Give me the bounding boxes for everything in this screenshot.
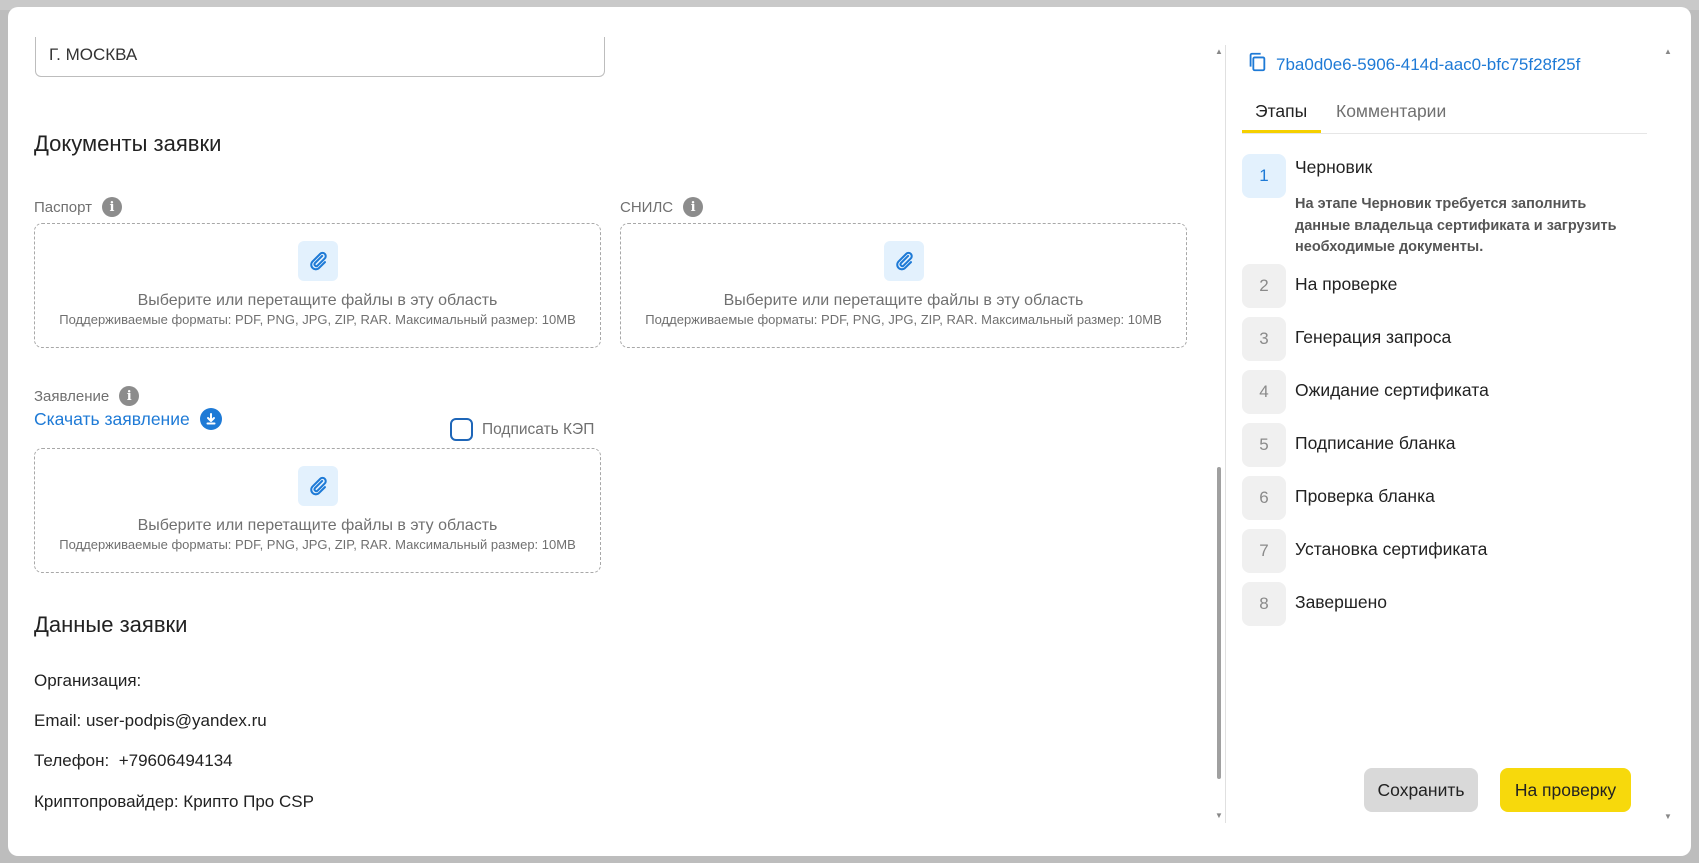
passport-label-text: Паспорт	[34, 198, 92, 216]
paperclip-icon	[297, 241, 338, 281]
tab-comments[interactable]: Комментарии	[1336, 101, 1446, 122]
stage-description: На этапе Черновик требуется заполнить да…	[1295, 196, 1617, 255]
stage-number: 8	[1242, 582, 1286, 626]
stage-number: 6	[1242, 476, 1286, 520]
dropzone-formats-text: Поддерживаемые форматы: PDF, PNG, JPG, Z…	[59, 537, 576, 552]
copy-icon[interactable]	[1246, 51, 1268, 78]
snils-dropzone[interactable]: Выберите или перетащите файлы в эту обла…	[620, 223, 1187, 348]
right-scroll-up-arrow[interactable]: ▲	[1664, 47, 1672, 56]
statement-label-text: Заявление	[34, 387, 110, 405]
right-scroll-down-arrow[interactable]: ▼	[1664, 812, 1672, 821]
stage-label: Ожидание сертификата	[1295, 380, 1489, 400]
left-panel-scrollbar[interactable]: ▲ ▼	[1213, 45, 1225, 820]
stage-label: На проверке	[1295, 274, 1398, 294]
stage-5: 5 Подписание бланка	[1242, 423, 1456, 467]
dropzone-main-text: Выберите или перетащите файлы в эту обла…	[137, 292, 498, 309]
sign-kep-checkbox[interactable]	[450, 418, 473, 441]
stage-1: 1 Черновик На этапе Черновик требуется з…	[1242, 154, 1617, 255]
dropzone-formats-text: Поддерживаемые форматы: PDF, PNG, JPG, Z…	[59, 312, 576, 327]
snils-label: СНИЛС i	[620, 197, 704, 217]
download-statement-text[interactable]: Скачать заявление	[34, 409, 190, 430]
cryptoprovider-line: Криптопровайдер: Крипто Про CSP	[34, 792, 314, 811]
stage-label: Подписание бланка	[1295, 433, 1456, 453]
stage-number: 5	[1242, 423, 1286, 467]
dropzone-main-text: Выберите или перетащите файлы в эту обла…	[137, 517, 498, 534]
info-icon[interactable]: i	[683, 197, 704, 217]
email-line: Email: user-podpis@yandex.ru	[34, 711, 267, 730]
sign-kep-option[interactable]: Подписать КЭП	[450, 418, 594, 441]
info-icon[interactable]: i	[101, 197, 122, 217]
stage-number: 1	[1242, 154, 1286, 198]
passport-dropzone[interactable]: Выберите или перетащите файлы в эту обла…	[34, 223, 601, 348]
dropzone-formats-text: Поддерживаемые форматы: PDF, PNG, JPG, Z…	[645, 312, 1162, 327]
statement-label: Заявление i	[34, 386, 140, 406]
request-data-title: Данные заявки	[34, 612, 188, 637]
tab-stages[interactable]: Этапы	[1255, 101, 1307, 122]
passport-label: Паспорт i	[34, 197, 122, 217]
dropzone-main-text: Выберите или перетащите файлы в эту обла…	[723, 292, 1084, 309]
snils-label-text: СНИЛС	[620, 198, 674, 216]
stage-number: 4	[1242, 370, 1286, 414]
stage-label: Черновик	[1295, 157, 1373, 177]
scroll-down-arrow[interactable]: ▼	[1213, 811, 1225, 820]
scroll-up-arrow[interactable]: ▲	[1213, 47, 1225, 56]
stage-7: 7 Установка сертификата	[1242, 529, 1487, 573]
stage-label: Установка сертификата	[1295, 539, 1488, 559]
stage-number: 7	[1242, 529, 1286, 573]
tabs: Этапы Комментарии	[1242, 93, 1647, 134]
stage-2: 2 На проверке	[1242, 264, 1397, 308]
submit-for-review-button[interactable]: На проверку	[1500, 768, 1631, 812]
request-modal: Г. МОСКВА Документы заявки Паспорт i СНИ…	[8, 7, 1691, 856]
active-tab-indicator	[1242, 130, 1321, 133]
sign-kep-label: Подписать КЭП	[482, 420, 595, 438]
save-button[interactable]: Сохранить	[1364, 768, 1478, 812]
stage-8: 8 Завершено	[1242, 582, 1387, 626]
stage-label: Завершено	[1295, 592, 1388, 612]
documents-section-title: Документы заявки	[34, 131, 222, 156]
city-field[interactable]: Г. МОСКВА	[35, 37, 605, 77]
stage-label: Проверка бланка	[1295, 486, 1435, 506]
statement-dropzone[interactable]: Выберите или перетащите файлы в эту обла…	[34, 448, 601, 573]
paperclip-icon	[883, 241, 924, 281]
stage-6: 6 Проверка бланка	[1242, 476, 1435, 520]
download-icon[interactable]	[199, 408, 222, 430]
request-form-panel: Г. МОСКВА Документы заявки Паспорт i СНИ…	[8, 7, 1218, 856]
download-statement-link[interactable]: Скачать заявление	[34, 408, 222, 430]
info-icon[interactable]: i	[119, 386, 140, 406]
scrollbar-thumb[interactable]	[1217, 467, 1221, 779]
stage-number: 2	[1242, 264, 1286, 308]
paperclip-icon	[297, 466, 338, 506]
stage-label: Генерация запроса	[1295, 327, 1452, 347]
request-status-panel: 7ba0d0e6-5906-414d-aac0-bfc75f28f25f Эта…	[1226, 7, 1691, 856]
request-id[interactable]: 7ba0d0e6-5906-414d-aac0-bfc75f28f25f	[1246, 51, 1580, 78]
organization-line: Организация:	[34, 671, 142, 690]
request-id-text[interactable]: 7ba0d0e6-5906-414d-aac0-bfc75f28f25f	[1276, 55, 1580, 75]
stage-number: 3	[1242, 317, 1286, 361]
stage-3: 3 Генерация запроса	[1242, 317, 1451, 361]
phone-line: Телефон: +79606494134	[34, 751, 233, 770]
stage-4: 4 Ожидание сертификата	[1242, 370, 1489, 414]
